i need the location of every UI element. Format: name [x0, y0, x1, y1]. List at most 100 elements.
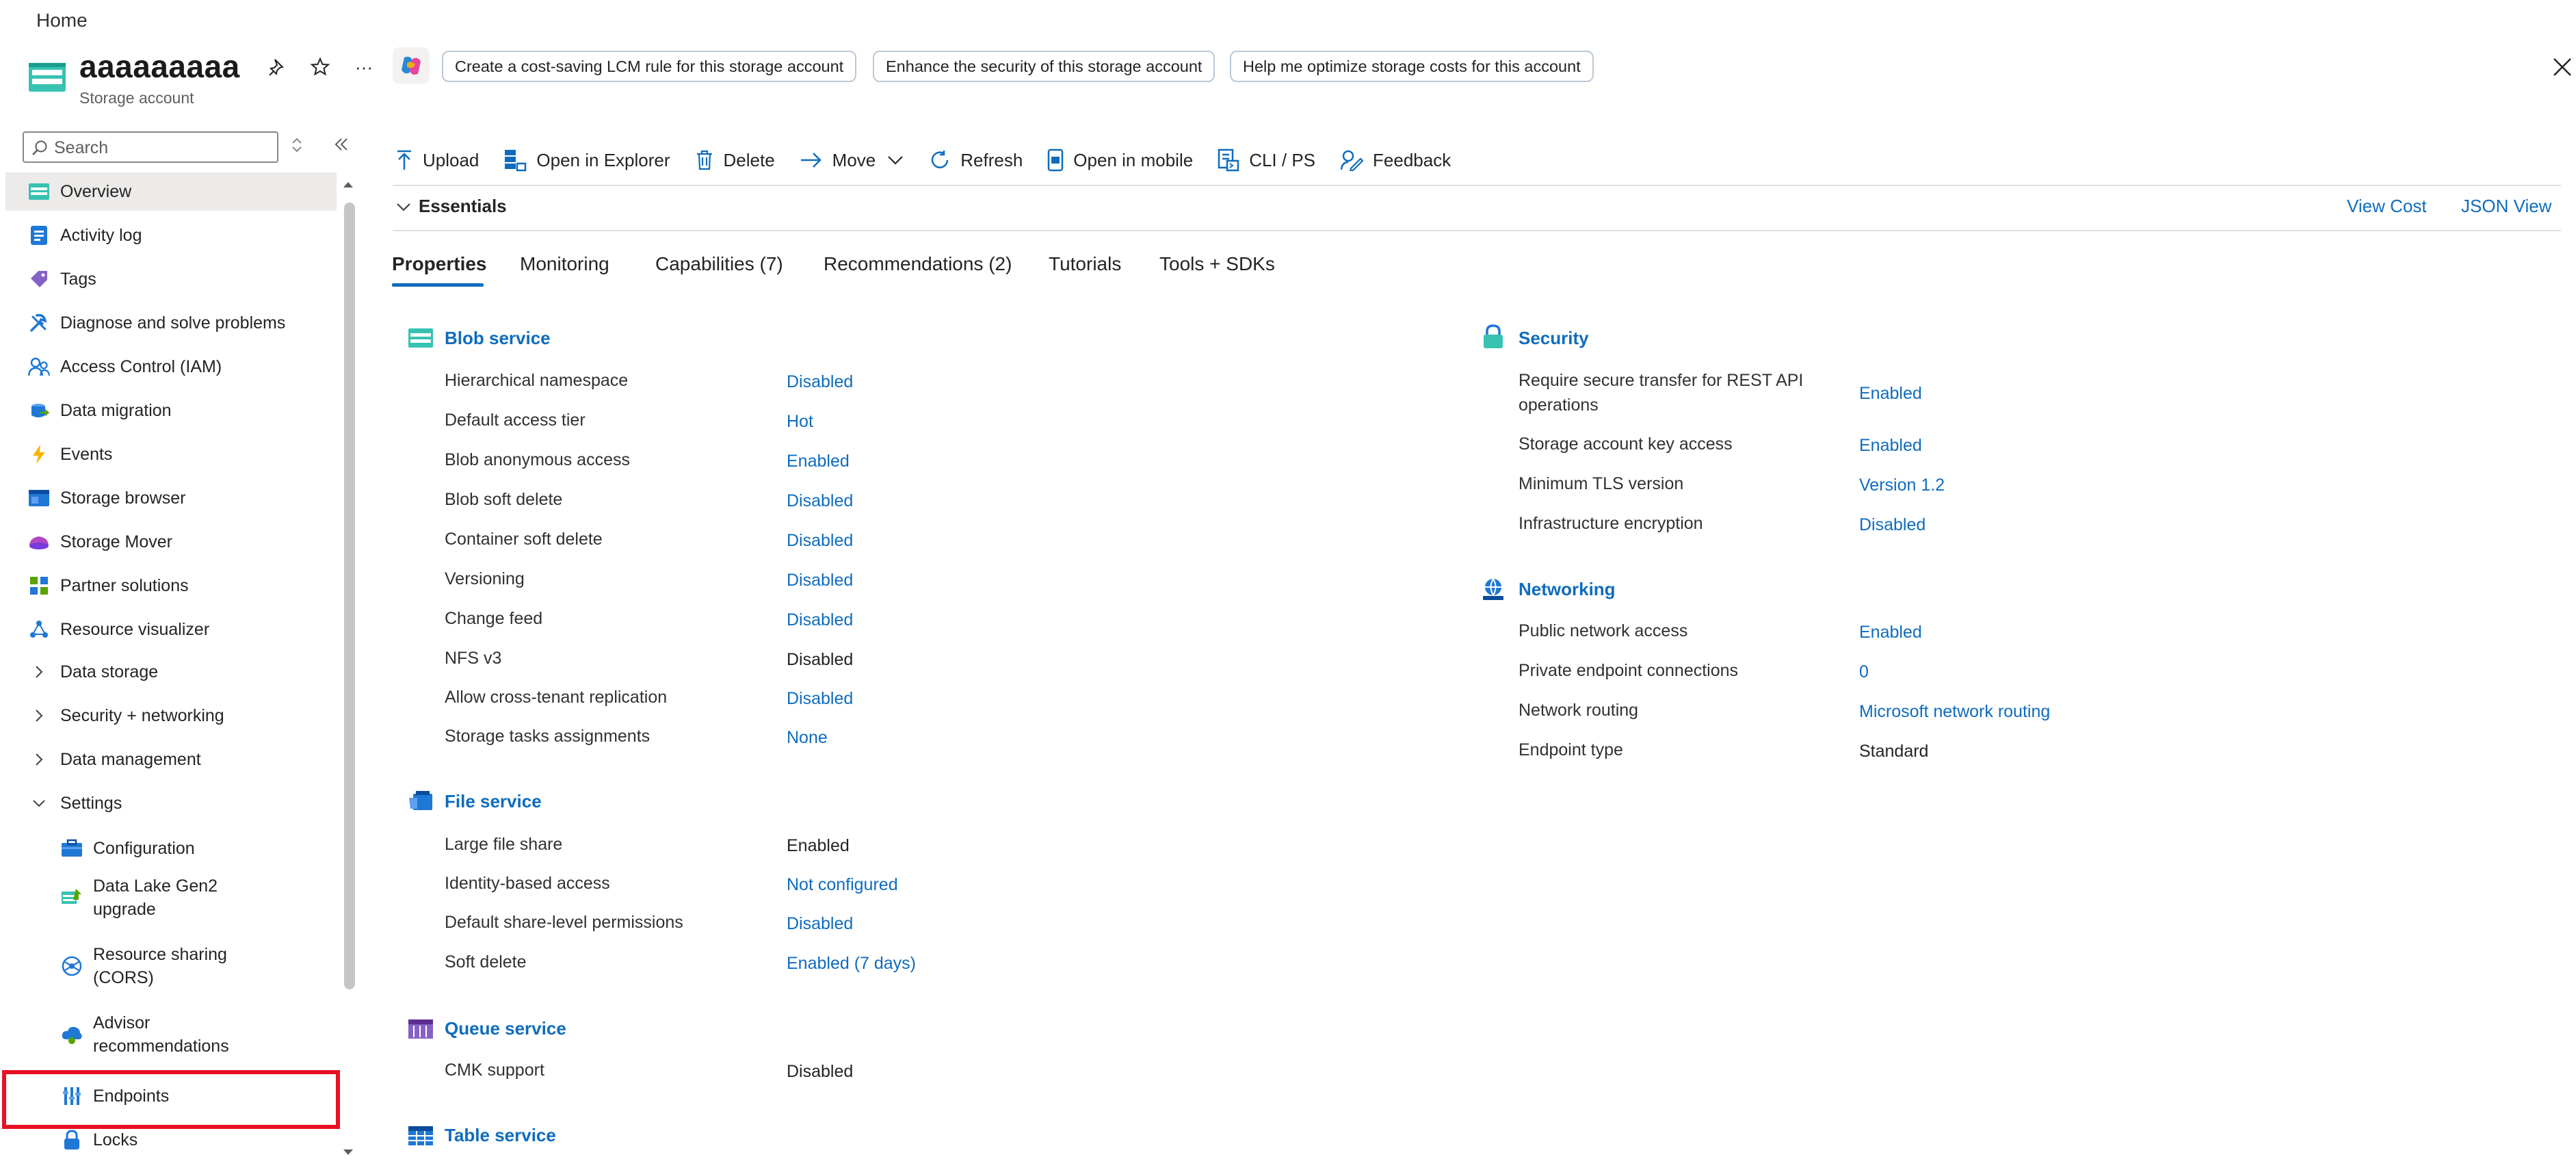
- trash-icon: [696, 150, 712, 170]
- sidebar-item-iam[interactable]: Access Control (IAM): [5, 348, 337, 386]
- prop-label: Allow cross-tenant replication: [445, 688, 668, 707]
- prop-label: Private endpoint connections: [1519, 661, 1739, 680]
- queue-service-title[interactable]: Queue service: [445, 1018, 566, 1039]
- prop-value-minimum-tls[interactable]: Version 1.2: [1859, 476, 1945, 495]
- file-service-title[interactable]: File service: [445, 791, 542, 812]
- prop-value-default-access-tier[interactable]: Hot: [787, 412, 813, 432]
- blob-service-title[interactable]: Blob service: [445, 328, 551, 349]
- sidebar-item-resource-visualizer[interactable]: Resource visualizer: [5, 610, 337, 649]
- prop-value-network-routing[interactable]: Microsoft network routing: [1859, 702, 2050, 722]
- chevron-down-icon[interactable]: [395, 201, 412, 213]
- tab-monitoring[interactable]: Monitoring: [520, 253, 609, 275]
- sidebar-item-advisor-recommendations[interactable]: Advisor recommendations: [5, 1010, 337, 1059]
- sidebar-group-settings[interactable]: Settings: [5, 784, 337, 822]
- feedback-icon: [1340, 150, 1364, 171]
- sidebar-item-resource-sharing-cors[interactable]: Resource sharing (CORS): [5, 941, 337, 991]
- breadcrumb-home[interactable]: Home: [36, 10, 88, 31]
- more-options-icon[interactable]: ···: [349, 52, 379, 82]
- cli-ps-button[interactable]: CLI / PS: [1218, 148, 1315, 172]
- chip-enhance-security[interactable]: Enhance the security of this storage acc…: [873, 51, 1215, 82]
- prop-value-file-soft-delete[interactable]: Enabled (7 days): [787, 954, 916, 974]
- sidebar-item-endpoints[interactable]: Endpoints: [5, 1077, 337, 1115]
- networking-title[interactable]: Networking: [1519, 579, 1616, 600]
- lock-icon: [60, 1128, 83, 1152]
- networking-icon: [1483, 578, 1503, 600]
- upload-button[interactable]: Upload: [395, 149, 479, 171]
- sidebar-item-storage-browser[interactable]: Storage browser: [5, 479, 337, 517]
- sidebar-item-locks[interactable]: Locks: [5, 1121, 337, 1159]
- move-button[interactable]: Move: [800, 150, 905, 171]
- star-icon[interactable]: [305, 52, 335, 82]
- prop-value-change-feed[interactable]: Disabled: [787, 610, 853, 630]
- tab-recommendations[interactable]: Recommendations (2): [824, 253, 1012, 275]
- arrow-right-icon: [800, 153, 822, 168]
- prop-value-versioning[interactable]: Disabled: [787, 571, 853, 590]
- table-service-title[interactable]: Table service: [445, 1125, 556, 1146]
- delete-button[interactable]: Delete: [695, 149, 775, 171]
- sidebar-group-security-networking[interactable]: Security + networking: [5, 697, 337, 735]
- view-cost-link[interactable]: View Cost: [2347, 196, 2427, 217]
- search-input[interactable]: [54, 137, 273, 159]
- pin-icon[interactable]: [263, 52, 293, 82]
- essentials-bar: Essentials View Cost JSON View: [395, 194, 2564, 222]
- sidebar-search[interactable]: [23, 131, 278, 163]
- prop-value-cross-tenant-replication[interactable]: Disabled: [787, 689, 853, 709]
- prop-value-container-soft-delete[interactable]: Disabled: [787, 531, 853, 551]
- sidebar-item-diagnose[interactable]: Diagnose and solve problems: [5, 304, 337, 342]
- prop-value-blob-anonymous-access[interactable]: Enabled: [787, 452, 850, 471]
- sidebar-item-overview[interactable]: Overview: [5, 172, 337, 211]
- prop-value-account-key-access[interactable]: Enabled: [1859, 436, 1922, 456]
- sidebar-scrollbar-thumb[interactable]: [344, 203, 355, 989]
- tab-capabilities[interactable]: Capabilities (7): [655, 253, 783, 275]
- prop-value-private-endpoint-connections[interactable]: 0: [1859, 662, 1869, 682]
- prop-value-storage-tasks-assignments[interactable]: None: [787, 728, 828, 748]
- prop-value-identity-based-access[interactable]: Not configured: [787, 875, 898, 895]
- sidebar: Overview Activity log Tags Diagnose and …: [0, 127, 363, 1170]
- prop-value-public-network-access[interactable]: Enabled: [1859, 623, 1922, 642]
- visualizer-icon: [27, 618, 51, 641]
- security-title[interactable]: Security: [1519, 328, 1589, 349]
- prop-value-blob-soft-delete[interactable]: Disabled: [787, 491, 853, 511]
- chevron-down-icon: [27, 792, 51, 815]
- sidebar-item-data-lake-gen2-upgrade[interactable]: Data Lake Gen2 upgrade: [5, 873, 337, 922]
- blob-service-icon: [408, 328, 433, 348]
- collapse-sidebar-icon[interactable]: [332, 135, 350, 153]
- prop-label: Minimum TLS version: [1519, 474, 1684, 493]
- prop-value-infrastructure-encryption[interactable]: Disabled: [1859, 515, 1926, 535]
- essentials-divider: [393, 230, 2561, 231]
- close-icon[interactable]: [2550, 55, 2575, 79]
- prop-label: Large file share: [445, 835, 563, 854]
- prop-value-default-share-permissions[interactable]: Disabled: [787, 914, 853, 934]
- sort-icon[interactable]: [290, 137, 304, 153]
- prop-label: Default share-level permissions: [445, 913, 683, 932]
- overview-icon: [27, 180, 51, 203]
- sidebar-group-data-management[interactable]: Data management: [5, 740, 337, 779]
- lightning-icon: [27, 443, 51, 466]
- tab-tools-sdks[interactable]: Tools + SDKs: [1159, 253, 1275, 275]
- chip-optimize-costs[interactable]: Help me optimize storage costs for this …: [1230, 51, 1594, 82]
- refresh-button[interactable]: Refresh: [929, 149, 1023, 171]
- tab-tutorials[interactable]: Tutorials: [1049, 253, 1121, 275]
- open-in-explorer-button[interactable]: Open in Explorer: [503, 148, 670, 172]
- sidebar-item-tags[interactable]: Tags: [5, 260, 337, 298]
- sidebar-group-data-storage[interactable]: Data storage: [5, 653, 337, 691]
- prop-value-secure-transfer[interactable]: Enabled: [1859, 384, 1922, 404]
- prop-value-cmk-support: Disabled: [787, 1062, 854, 1081]
- search-icon: [32, 140, 47, 155]
- endpoints-icon: [60, 1084, 83, 1108]
- security-icon: [1484, 324, 1503, 348]
- essentials-toggle[interactable]: Essentials: [419, 196, 507, 217]
- sidebar-item-storage-mover[interactable]: Storage Mover: [5, 523, 337, 561]
- chip-lcm-rule[interactable]: Create a cost-saving LCM rule for this s…: [442, 51, 857, 82]
- feedback-button[interactable]: Feedback: [1340, 149, 1451, 171]
- tab-properties[interactable]: Properties: [392, 253, 487, 275]
- sidebar-item-partner-solutions[interactable]: Partner solutions: [5, 567, 337, 605]
- open-in-mobile-button[interactable]: Open in mobile: [1047, 148, 1193, 172]
- sidebar-item-events[interactable]: Events: [5, 435, 337, 473]
- sidebar-item-data-migration[interactable]: Data migration: [5, 391, 337, 430]
- sidebar-item-configuration[interactable]: Configuration: [5, 829, 337, 868]
- sidebar-item-activity-log[interactable]: Activity log: [5, 216, 337, 255]
- copilot-icon[interactable]: [393, 47, 430, 84]
- json-view-link[interactable]: JSON View: [2461, 196, 2551, 217]
- prop-value-hierarchical-namespace[interactable]: Disabled: [787, 372, 853, 392]
